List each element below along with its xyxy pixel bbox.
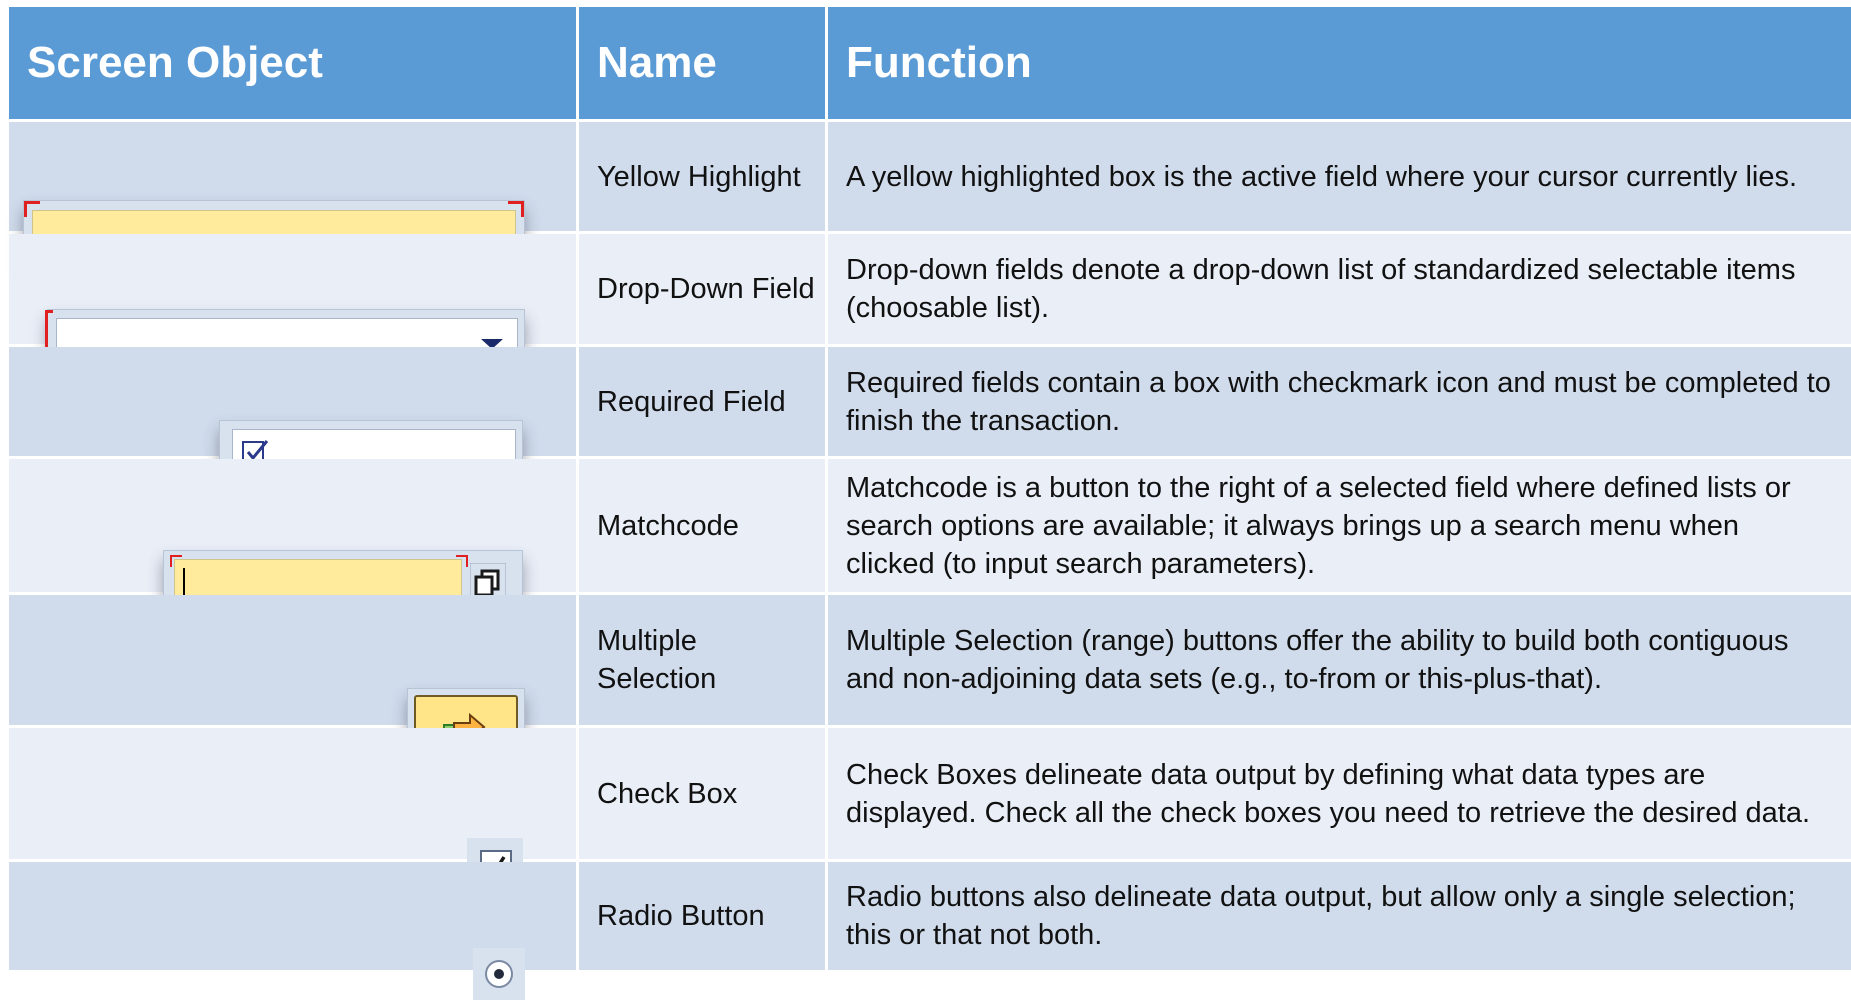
row-name: Yellow Highlight [578,121,827,233]
screen-object-cell [8,861,578,972]
required-corner-marker [508,201,524,217]
required-corner-marker [24,201,40,217]
screen-object-cell [8,346,578,458]
header-function: Function [827,6,1851,121]
table-row: Multiple Selection Multiple Selection (r… [8,594,1851,727]
row-function: Drop-down fields denote a drop-down list… [827,233,1851,346]
table-row: Drop-Down Field Drop-down fields denote … [8,233,1851,346]
row-function: Multiple Selection (range) buttons offer… [827,594,1851,727]
radio-dot-icon [494,969,504,979]
row-name: Required Field [578,346,827,458]
row-name: Drop-Down Field [578,233,827,346]
row-name: Check Box [578,727,827,861]
screen-object-cell [8,727,578,861]
screen-object-cell [8,233,578,346]
row-function: A yellow highlighted box is the active f… [827,121,1851,233]
screen-objects-table: Screen Object Name Function Yellow Highl… [6,4,1851,973]
screen-object-cell [8,458,578,594]
table-row: Matchcode Matchcode is a button to the r… [8,458,1851,594]
header-screen-object: Screen Object [8,6,578,121]
radio-button[interactable] [485,960,513,988]
table-row: Check Box Check Boxes delineate data out… [8,727,1851,861]
row-function: Required fields contain a box with check… [827,346,1851,458]
screen-object-cell [8,594,578,727]
row-function: Radio buttons also delineate data output… [827,861,1851,972]
radio-button-container [473,948,525,1000]
table-row: Required Field Required fields contain a… [8,346,1851,458]
row-name: Multiple Selection [578,594,827,727]
screen-object-cell [8,121,578,233]
table-row: Radio Button Radio buttons also delineat… [8,861,1851,972]
row-function: Check Boxes delineate data output by def… [827,727,1851,861]
header-row: Screen Object Name Function [8,6,1851,121]
row-name: Radio Button [578,861,827,972]
row-function: Matchcode is a button to the right of a … [827,458,1851,594]
table-row: Yellow Highlight A yellow highlighted bo… [8,121,1851,233]
header-name: Name [578,6,827,121]
row-name: Matchcode [578,458,827,594]
